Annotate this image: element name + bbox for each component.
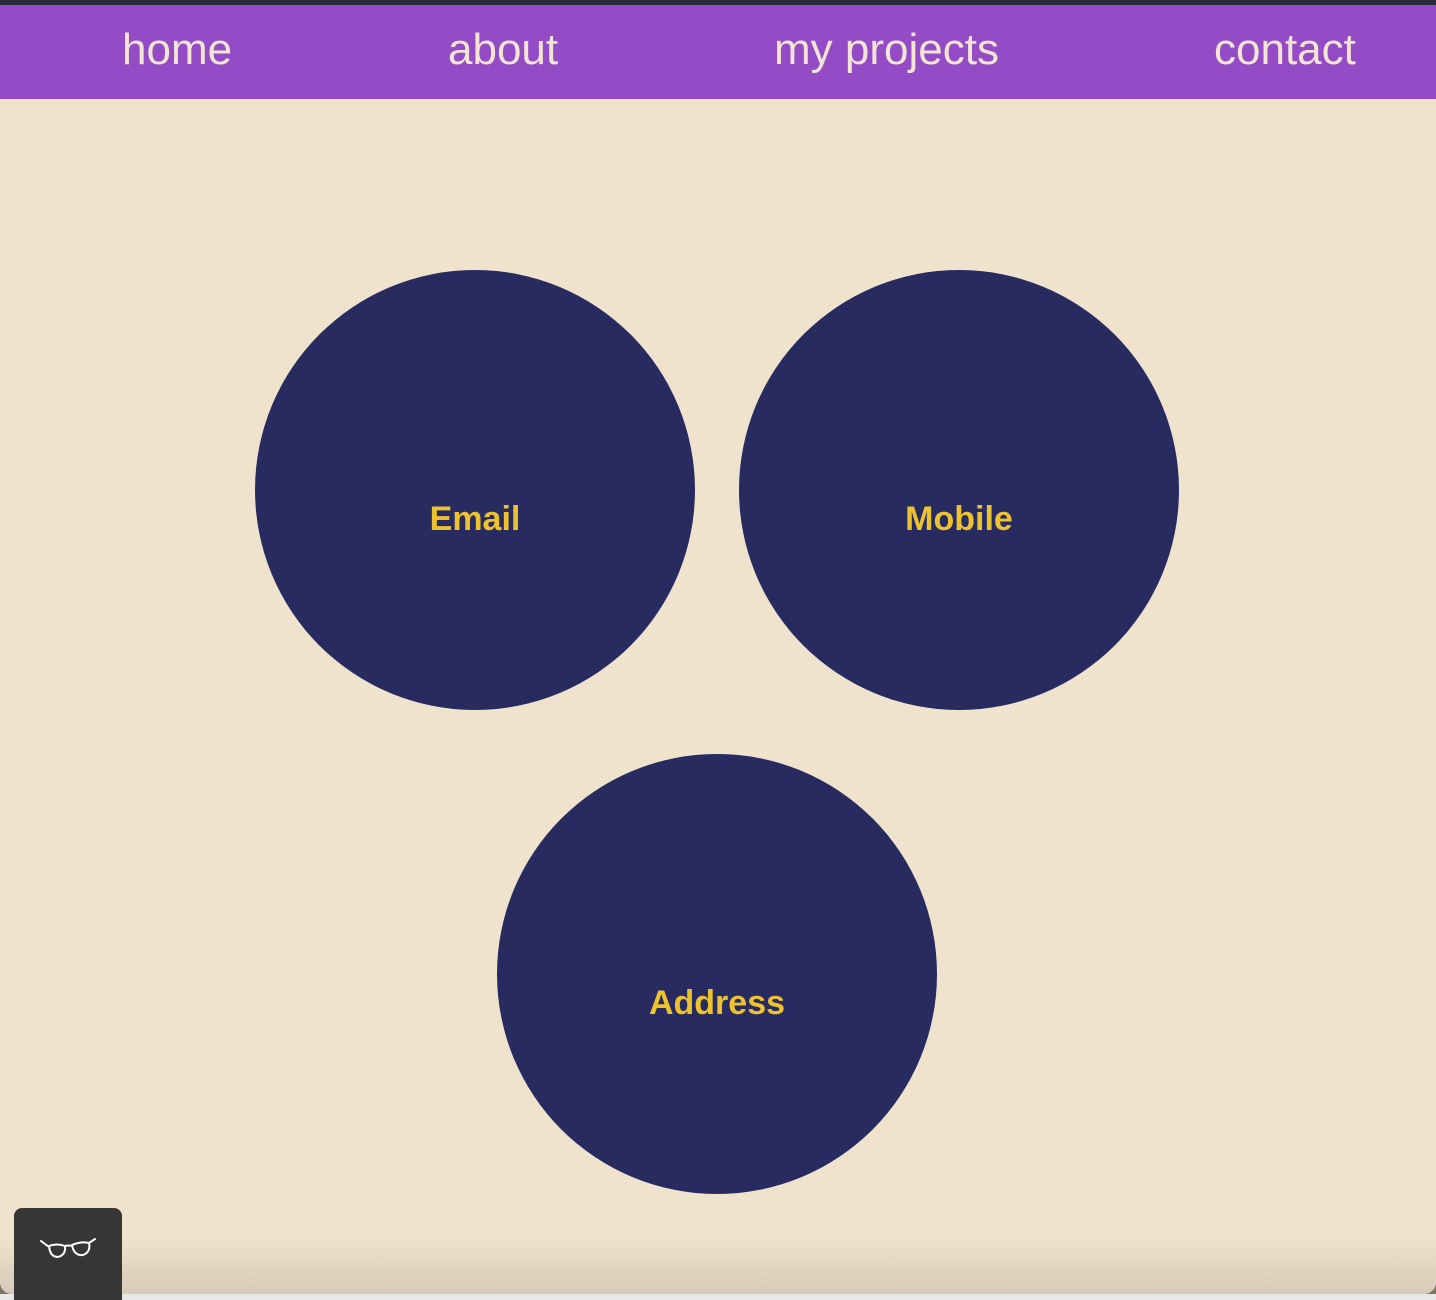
- nav-link-my-projects[interactable]: my projects: [774, 25, 999, 75]
- navbar: home about my projects contact: [0, 5, 1436, 99]
- email-label: Email: [429, 499, 521, 538]
- bottom-fade: [0, 1234, 1436, 1294]
- reader-mode-button[interactable]: [14, 1208, 122, 1300]
- mobile-circle[interactable]: Mobile: [739, 270, 1179, 710]
- email-circle[interactable]: Email: [255, 270, 695, 710]
- nav-link-home[interactable]: home: [122, 25, 232, 75]
- glasses-icon: [39, 1237, 97, 1268]
- address-label: Address: [648, 983, 786, 1022]
- mobile-label: Mobile: [905, 499, 1013, 538]
- address-circle[interactable]: Address: [497, 754, 937, 1194]
- page: home about my projects contact Email Mob…: [0, 0, 1436, 1294]
- underlying-page-strip: [0, 1294, 1436, 1300]
- nav-link-contact[interactable]: contact: [1214, 25, 1356, 75]
- nav-link-about[interactable]: about: [448, 25, 558, 75]
